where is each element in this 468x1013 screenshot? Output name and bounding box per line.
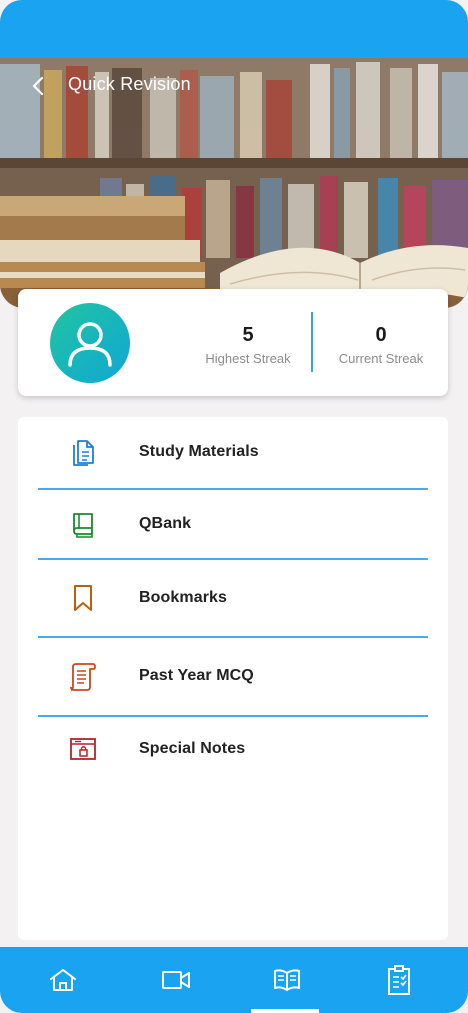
video-icon: [161, 971, 190, 989]
clipboard-icon: [387, 965, 410, 995]
menu-item-label: Past Year MCQ: [139, 667, 254, 684]
menu-item-label: QBank: [139, 515, 192, 532]
page-title: Quick Revision: [68, 74, 191, 94]
home-icon: [49, 969, 76, 991]
menu-item-label: Study Materials: [139, 443, 259, 460]
nav-videos[interactable]: [117, 947, 234, 1013]
current-streak-stat: 0 Current Streak: [326, 323, 436, 366]
menu-item-qbank[interactable]: QBank: [18, 489, 448, 559]
scroll-icon: [68, 661, 98, 691]
nav-home[interactable]: [4, 947, 121, 1013]
back-button[interactable]: [26, 72, 50, 100]
app-screen: Quick Revision 5 Highest Streak 0 Curren…: [0, 0, 468, 1013]
nav-tests[interactable]: [340, 947, 457, 1013]
locked-box-icon: [68, 734, 98, 764]
active-tab-indicator: [251, 1009, 319, 1013]
document-icon: [68, 437, 98, 467]
user-icon: [68, 322, 112, 367]
status-bar: [0, 0, 468, 58]
chevron-left-icon: [32, 76, 44, 96]
menu-item-study-materials[interactable]: Study Materials: [18, 417, 448, 487]
menu-item-past-year-mcq[interactable]: Past Year MCQ: [18, 638, 448, 714]
menu-item-label: Bookmarks: [139, 589, 228, 606]
menu-item-special-notes[interactable]: Special Notes: [18, 716, 448, 782]
library-books-illustration: [0, 58, 468, 308]
header-banner-image: [0, 58, 468, 308]
profile-streak-card: 5 Highest Streak 0 Current Streak: [18, 289, 448, 396]
book-icon: [68, 509, 98, 539]
revision-menu: Study Materials QBank Bookmarks Past Yea…: [18, 417, 448, 940]
bottom-navigation: [0, 947, 468, 1013]
highest-streak-stat: 5 Highest Streak: [188, 323, 308, 366]
bookmark-icon: [68, 583, 98, 613]
menu-item-label: Special Notes: [139, 740, 246, 757]
menu-item-bookmarks[interactable]: Bookmarks: [18, 560, 448, 636]
highest-streak-value: 5: [242, 324, 254, 346]
avatar[interactable]: [50, 303, 130, 383]
nav-quick-revision[interactable]: [228, 947, 345, 1013]
open-book-icon: [273, 969, 300, 991]
current-streak-value: 0: [375, 324, 387, 346]
stat-divider: [311, 312, 313, 372]
current-streak-label: Current Streak: [338, 351, 424, 366]
highest-streak-label: Highest Streak: [205, 351, 291, 366]
